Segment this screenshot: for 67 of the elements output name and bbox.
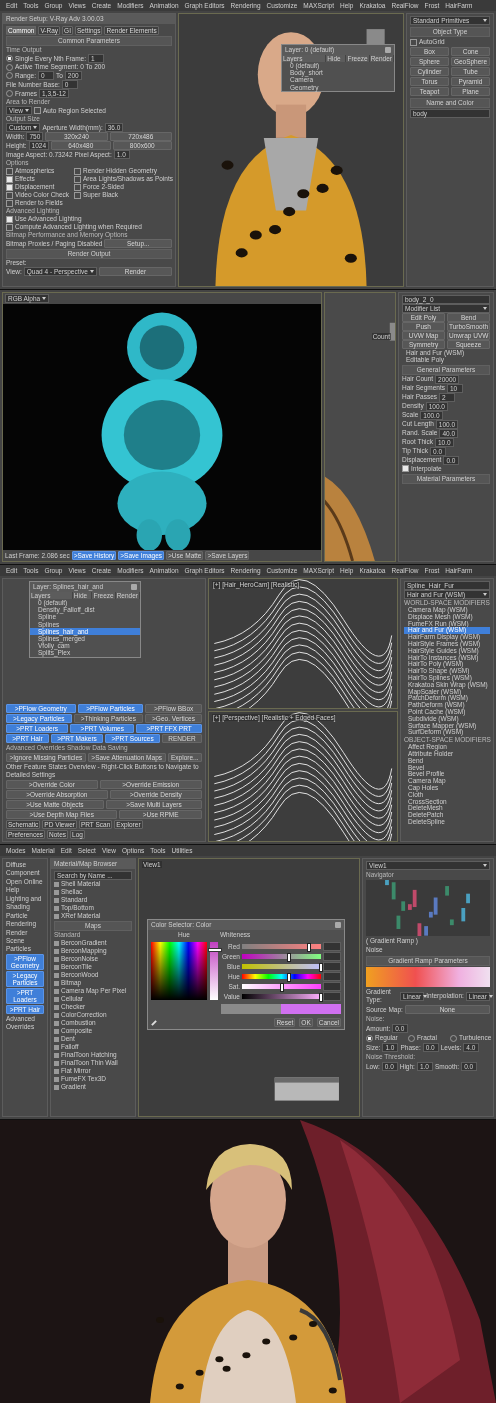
swatch-icon xyxy=(54,1012,59,1018)
checkbox[interactable] xyxy=(402,465,409,473)
swatch-icon xyxy=(54,881,59,887)
radio-button[interactable] xyxy=(366,1034,373,1042)
input-field[interactable] xyxy=(323,952,341,961)
swatch-icon xyxy=(54,980,59,986)
swatch-icon xyxy=(54,948,59,954)
caret-icon xyxy=(483,19,487,22)
checkbox[interactable] xyxy=(34,107,41,114)
swatch-icon xyxy=(54,897,59,903)
caret-icon xyxy=(488,994,493,998)
swatch-icon xyxy=(54,1036,59,1042)
caret-icon xyxy=(25,109,29,112)
swatch-icon xyxy=(54,1004,59,1010)
eyedropper-icon[interactable] xyxy=(151,1019,157,1026)
slider-thumb[interactable] xyxy=(208,947,222,952)
caret-icon xyxy=(483,307,487,310)
checkbox[interactable] xyxy=(74,183,81,191)
checkbox[interactable] xyxy=(74,167,81,175)
color-picker-square[interactable] xyxy=(151,942,207,1000)
swatch-icon xyxy=(54,1044,59,1050)
swatch-icon xyxy=(54,1068,59,1074)
checkbox[interactable] xyxy=(74,175,81,183)
input-field[interactable] xyxy=(323,992,341,1001)
checkbox[interactable] xyxy=(6,175,13,183)
input-field[interactable] xyxy=(323,942,341,951)
checkbox[interactable] xyxy=(74,191,81,199)
swatch-icon xyxy=(54,905,59,911)
swatch-icon xyxy=(54,996,59,1002)
checkbox[interactable] xyxy=(6,199,13,207)
checkbox[interactable] xyxy=(6,215,13,223)
checkbox[interactable] xyxy=(410,38,417,46)
swatch-icon xyxy=(54,972,59,978)
swatch-icon xyxy=(54,956,59,962)
material-node-drawing xyxy=(274,1077,339,1101)
slider-thumb[interactable] xyxy=(287,973,292,982)
swatch-icon xyxy=(54,1076,59,1082)
input-field[interactable] xyxy=(323,982,341,991)
swatch-icon xyxy=(54,988,59,994)
slider-thumb[interactable] xyxy=(319,963,323,972)
slider-thumb[interactable] xyxy=(307,943,312,952)
caret-icon xyxy=(423,994,428,998)
checkbox[interactable] xyxy=(6,183,13,191)
swatch-icon xyxy=(54,964,59,970)
swatch-icon xyxy=(54,940,59,946)
checkbox[interactable] xyxy=(6,223,13,231)
slider-thumb[interactable] xyxy=(287,953,292,962)
input-field[interactable] xyxy=(323,972,341,981)
caret-icon xyxy=(483,593,487,596)
swatch-icon xyxy=(54,1028,59,1034)
caret-icon xyxy=(89,270,94,273)
slider-thumb[interactable] xyxy=(279,983,284,992)
swatch-icon xyxy=(54,1052,59,1058)
input-field[interactable] xyxy=(323,962,341,971)
caret-icon xyxy=(42,297,47,300)
swatch-icon xyxy=(54,913,59,919)
caret-icon xyxy=(483,864,487,867)
slider-thumb[interactable] xyxy=(319,993,323,1002)
swatch-icon xyxy=(54,1020,59,1026)
checkbox[interactable] xyxy=(6,167,13,175)
swatch-icon xyxy=(54,1084,59,1090)
gradient-ramp[interactable] xyxy=(366,967,490,987)
swatch-icon xyxy=(54,1060,59,1066)
swatch-icon xyxy=(54,889,59,895)
checkbox[interactable] xyxy=(6,191,13,199)
caret-icon xyxy=(33,126,38,129)
radio-button[interactable] xyxy=(6,55,13,62)
